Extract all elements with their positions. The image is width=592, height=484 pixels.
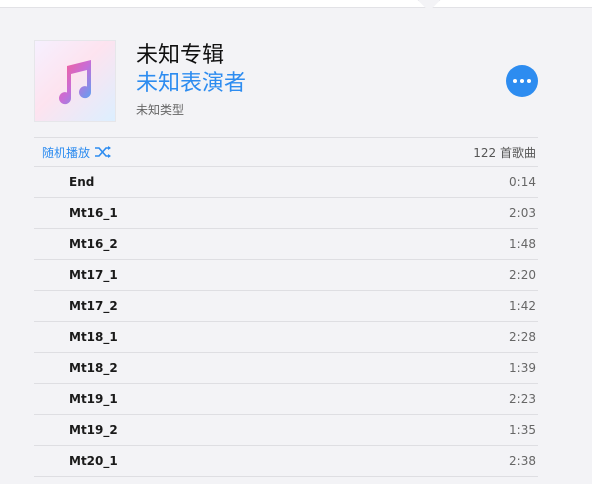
track-row[interactable]: Mt16_2 1:48 xyxy=(34,229,538,260)
shuffle-icon xyxy=(95,146,112,158)
track-name: Mt17_2 xyxy=(69,299,118,313)
track-duration: 0:14 xyxy=(509,175,536,189)
track-name: Mt19_1 xyxy=(69,392,118,406)
track-name: Mt18_1 xyxy=(69,330,118,344)
track-duration: 1:39 xyxy=(509,361,536,375)
shuffle-bar: 随机播放 122 首歌曲 xyxy=(34,137,538,167)
track-duration: 2:03 xyxy=(509,206,536,220)
track-list: End 0:14 Mt16_1 2:03 Mt16_2 1:48 Mt17_1 … xyxy=(34,167,538,477)
track-name: Mt18_2 xyxy=(69,361,118,375)
album-header: 未知专辑 未知表演者 未知类型 xyxy=(34,40,538,122)
track-duration: 1:35 xyxy=(509,423,536,437)
song-count: 122 首歌曲 xyxy=(473,145,536,160)
album-title: 未知专辑 xyxy=(136,43,225,68)
track-duration: 2:23 xyxy=(509,392,536,406)
track-row[interactable]: Mt16_1 2:03 xyxy=(34,198,538,229)
track-duration: 2:20 xyxy=(509,268,536,282)
track-row[interactable]: Mt17_1 2:20 xyxy=(34,260,538,291)
track-duration: 1:42 xyxy=(509,299,536,313)
track-row[interactable]: Mt19_2 1:35 xyxy=(34,415,538,446)
track-duration: 2:28 xyxy=(509,330,536,344)
track-name: Mt20_1 xyxy=(69,454,118,468)
track-duration: 2:38 xyxy=(509,454,536,468)
track-name: Mt19_2 xyxy=(69,423,118,437)
shuffle-label: 随机播放 xyxy=(42,145,91,160)
track-row[interactable]: Mt20_1 2:38 xyxy=(34,446,538,477)
shuffle-button[interactable]: 随机播放 xyxy=(42,144,112,161)
music-note-icon xyxy=(59,60,92,105)
track-row[interactable]: Mt19_1 2:23 xyxy=(34,384,538,415)
album-artwork xyxy=(34,40,116,122)
album-genre: 未知类型 xyxy=(136,103,185,117)
track-name: Mt16_1 xyxy=(69,206,118,220)
track-row[interactable]: Mt18_2 1:39 xyxy=(34,353,538,384)
track-row[interactable]: Mt18_1 2:28 xyxy=(34,322,538,353)
more-button[interactable] xyxy=(506,65,538,97)
album-artist-link[interactable]: 未知表演者 xyxy=(136,70,246,98)
top-strip xyxy=(0,0,592,8)
more-ellipsis-icon xyxy=(513,79,517,83)
track-row[interactable]: Mt17_2 1:42 xyxy=(34,291,538,322)
track-row[interactable]: End 0:14 xyxy=(34,167,538,198)
track-duration: 1:48 xyxy=(509,237,536,251)
track-name: End xyxy=(69,175,95,189)
track-name: Mt17_1 xyxy=(69,268,118,282)
track-name: Mt16_2 xyxy=(69,237,118,251)
